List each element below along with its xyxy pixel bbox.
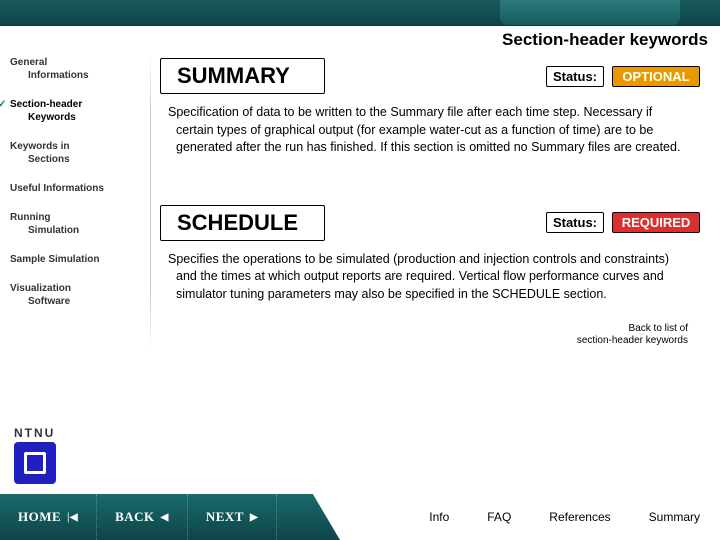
sidebar-item-section-header[interactable]: Section-headerKeywords	[8, 98, 147, 124]
sidebar-item-viz-software[interactable]: VisualizationSoftware	[8, 282, 147, 308]
page-title: Section-header keywords	[502, 30, 708, 50]
keyword-desc-schedule: Specifies the operations to be simulated…	[168, 251, 688, 304]
sidebar-item-running-sim[interactable]: RunningSimulation	[8, 211, 147, 237]
home-button[interactable]: HOME |◀	[0, 494, 97, 540]
keyword-block-summary: SUMMARY Status: OPTIONAL Specification o…	[160, 58, 700, 157]
nav-link-faq[interactable]: FAQ	[487, 510, 511, 524]
status-badge-required: REQUIRED	[612, 212, 700, 233]
back-icon: ◀	[161, 512, 169, 523]
back-button[interactable]: BACK ◀	[97, 494, 188, 540]
status-label: Status:	[546, 212, 604, 233]
bottom-nav: HOME |◀ BACK ◀ NEXT ▶ Info FAQ Reference…	[0, 494, 720, 540]
keyword-title-summary: SUMMARY	[160, 58, 325, 94]
sidebar-item-sample-sim[interactable]: Sample Simulation	[8, 253, 147, 266]
logo-icon	[14, 442, 56, 484]
keyword-desc-summary: Specification of data to be written to t…	[168, 104, 688, 157]
status-badge-optional: OPTIONAL	[612, 66, 700, 87]
nav-link-info[interactable]: Info	[429, 510, 449, 524]
home-icon: |◀	[67, 512, 78, 523]
sidebar-item-keywords-sections[interactable]: Keywords inSections	[8, 140, 147, 166]
next-button[interactable]: NEXT ▶	[188, 494, 277, 540]
sidebar-item-general[interactable]: GeneralInformations	[8, 56, 147, 82]
next-icon: ▶	[250, 512, 258, 523]
top-bar	[0, 0, 720, 26]
sidebar-divider	[150, 52, 151, 352]
logo: NTNU	[14, 426, 56, 484]
back-to-list-link[interactable]: Back to list ofsection-header keywords	[160, 323, 700, 347]
keyword-title-schedule: SCHEDULE	[160, 205, 325, 241]
nav-link-summary[interactable]: Summary	[649, 510, 700, 524]
main-content: SUMMARY Status: OPTIONAL Specification o…	[160, 58, 710, 347]
logo-text: NTNU	[14, 426, 56, 440]
sidebar-item-useful-info[interactable]: Useful Informations	[8, 182, 147, 195]
keyword-block-schedule: SCHEDULE Status: REQUIRED Specifies the …	[160, 205, 700, 304]
nav-link-references[interactable]: References	[549, 510, 610, 524]
status-label: Status:	[546, 66, 604, 87]
